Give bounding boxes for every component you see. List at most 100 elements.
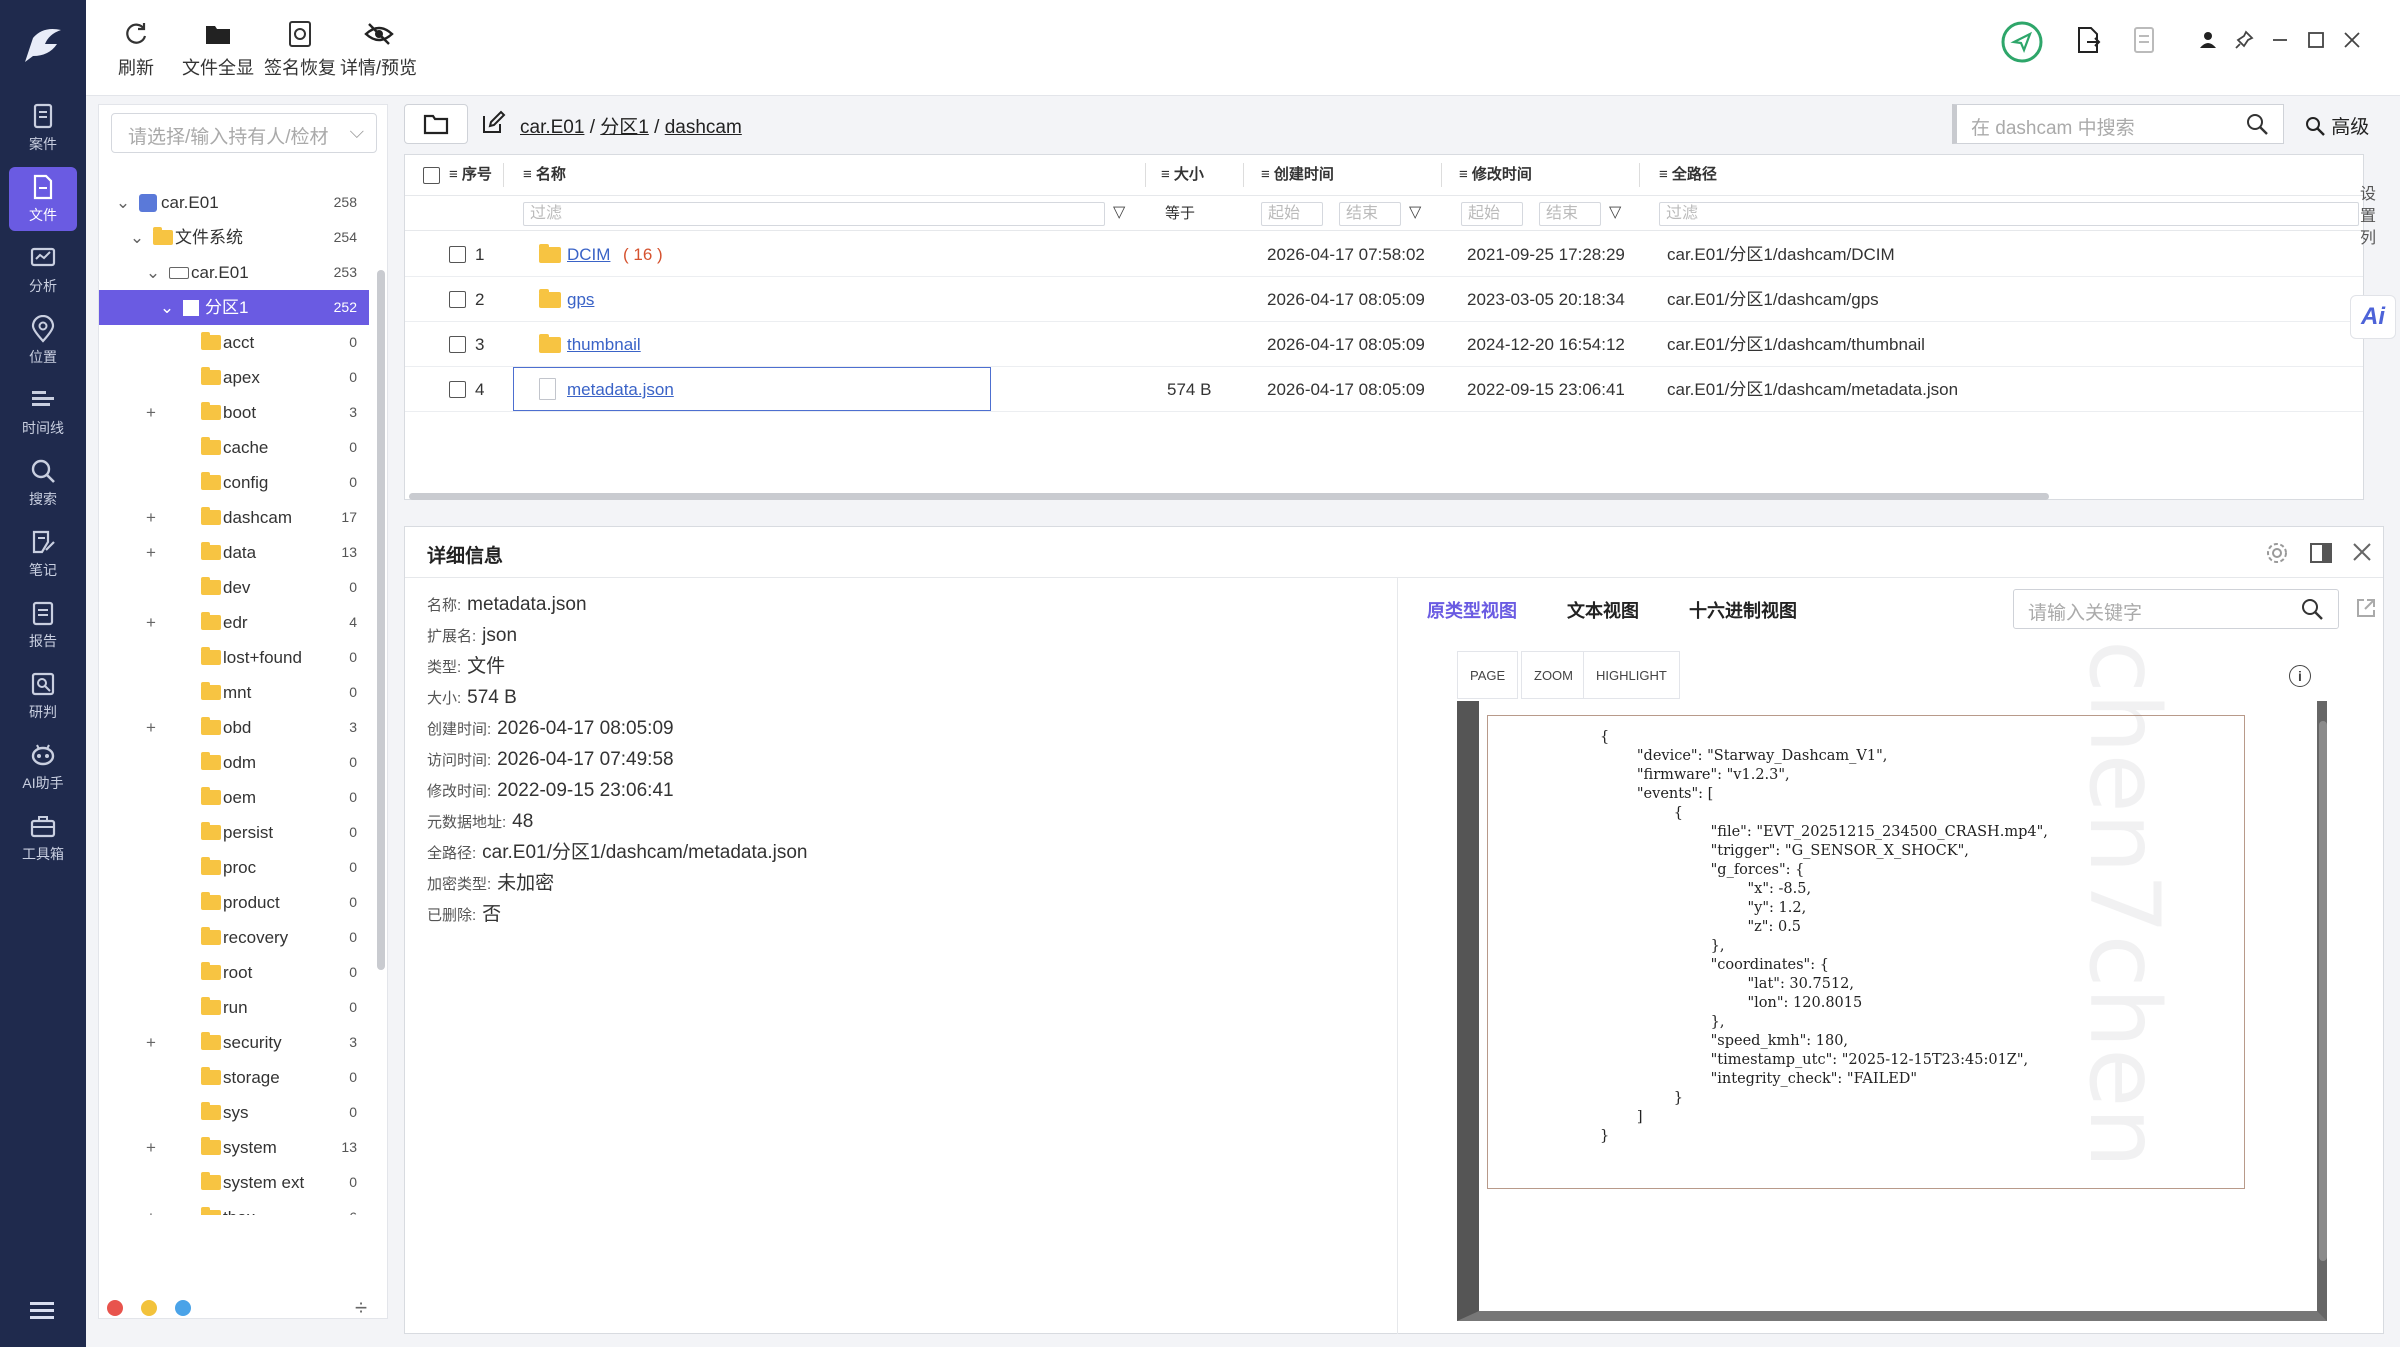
collapse-icon[interactable]: ⌄ xyxy=(159,290,175,325)
close-panel-icon[interactable] xyxy=(2351,541,2373,568)
breadcrumb-item[interactable]: dashcam xyxy=(665,117,742,138)
created-start-input[interactable]: 起始 xyxy=(1261,202,1323,226)
created-end-input[interactable]: 结束 xyxy=(1339,202,1401,226)
expand-icon[interactable]: + xyxy=(143,1130,159,1165)
nav-item-report[interactable]: 报告 xyxy=(9,593,77,657)
tree-node[interactable]: run 0 xyxy=(99,990,369,1025)
minimize-icon[interactable] xyxy=(2262,22,2298,58)
modified-end-input[interactable]: 结束 xyxy=(1539,202,1601,226)
owner-select[interactable]: 请选择/输入持有人/检材 ⌵ xyxy=(111,113,377,153)
nav-item-note[interactable]: 笔记 xyxy=(9,522,77,586)
nav-item-judge[interactable]: 研判 xyxy=(9,664,77,728)
expand-icon[interactable]: + xyxy=(143,395,159,430)
tree-node[interactable]: cache 0 xyxy=(99,430,369,465)
status-dot[interactable] xyxy=(141,1300,157,1316)
nav-item-analysis[interactable]: 分析 xyxy=(9,238,77,302)
maximize-icon[interactable] xyxy=(2298,22,2334,58)
user-icon[interactable] xyxy=(2190,22,2226,58)
pin-icon[interactable] xyxy=(2226,22,2262,58)
column-header-index[interactable]: ≡ 序号 xyxy=(449,155,492,195)
tree-node[interactable]: dev 0 xyxy=(99,570,369,605)
row-checkbox[interactable] xyxy=(449,291,466,308)
row-name-link[interactable]: metadata.json xyxy=(567,367,674,412)
row-name-link[interactable]: thumbnail xyxy=(567,322,641,367)
nav-item-ai-assistant[interactable]: AI助手 xyxy=(9,735,77,799)
collapse-icon[interactable]: ⌄ xyxy=(115,185,131,220)
row-name-link[interactable]: DCIM xyxy=(567,232,610,277)
row-name-link[interactable]: gps xyxy=(567,277,594,322)
file-overview-button[interactable]: 文件全显 xyxy=(182,14,254,80)
page-button[interactable]: PAGE xyxy=(1457,651,1519,699)
row-checkbox[interactable] xyxy=(449,381,466,398)
expand-icon[interactable]: + xyxy=(143,1200,159,1215)
size-filter-op[interactable]: 等于 xyxy=(1165,196,1195,232)
table-row[interactable]: 2 gps 2026-04-17 08:05:09 2023-03-05 20:18:… xyxy=(405,277,2363,322)
tree-node[interactable]: ⌄ car.E01 258 xyxy=(99,185,369,220)
select-all-checkbox[interactable] xyxy=(423,167,440,184)
tree-node[interactable]: + dashcam 17 xyxy=(99,500,369,535)
expand-icon[interactable]: + xyxy=(143,1025,159,1060)
filter-icon[interactable]: ▽ xyxy=(1609,202,1621,222)
column-divider[interactable] xyxy=(1145,163,1146,187)
nav-item-toolbox[interactable]: 工具箱 xyxy=(9,806,77,870)
row-checkbox[interactable] xyxy=(449,336,466,353)
collapse-icon[interactable]: ⌄ xyxy=(129,220,145,255)
table-row[interactable]: 1 DCIM ( 16 ) 2026-04-17 07:58:02 2021-09-25… xyxy=(405,232,2363,277)
zoom-button[interactable]: ZOOM xyxy=(1521,651,1586,699)
split-view-icon[interactable] xyxy=(2309,541,2333,570)
collapse-all-icon[interactable]: ÷ xyxy=(355,1295,367,1321)
advanced-search-button[interactable]: 高级 xyxy=(2304,112,2369,139)
column-divider[interactable] xyxy=(1441,163,1442,187)
tab-hex-view[interactable]: 十六进制视图 xyxy=(1689,597,1797,623)
tree-node[interactable]: mnt 0 xyxy=(99,675,369,710)
tree-node[interactable]: system ext 0 xyxy=(99,1165,369,1200)
tree-node[interactable]: persist 0 xyxy=(99,815,369,850)
tree-node[interactable]: product 0 xyxy=(99,885,369,920)
info-icon[interactable]: i xyxy=(2289,665,2311,687)
expand-icon[interactable]: + xyxy=(143,535,159,570)
tree-node[interactable]: proc 0 xyxy=(99,850,369,885)
name-filter-input[interactable]: 过滤 xyxy=(523,202,1105,226)
tree-node[interactable]: + edr 4 xyxy=(99,605,369,640)
tree-node[interactable]: + security 3 xyxy=(99,1025,369,1060)
tree-node[interactable]: apex 0 xyxy=(99,360,369,395)
tree-node[interactable]: + system 13 xyxy=(99,1130,369,1165)
viewer-scrollbar[interactable] xyxy=(2319,721,2327,1261)
tree-node[interactable]: + boot 3 xyxy=(99,395,369,430)
close-icon[interactable] xyxy=(2334,22,2370,58)
breadcrumb-item[interactable]: car.E01 xyxy=(520,117,584,138)
nav-item-file[interactable]: 文件 xyxy=(9,167,77,231)
signature-recover-button[interactable]: 签名恢复 xyxy=(264,14,336,80)
expand-icon[interactable]: + xyxy=(143,500,159,535)
table-horizontal-scrollbar[interactable] xyxy=(409,493,2049,500)
expand-icon[interactable]: + xyxy=(143,710,159,745)
column-header-size[interactable]: ≡ 大小 xyxy=(1161,155,1204,195)
tree-node[interactable]: + tbox 6 xyxy=(99,1200,369,1215)
nav-item-location[interactable]: 位置 xyxy=(9,309,77,373)
keyword-search-input[interactable]: 请输入关键字 xyxy=(2013,589,2339,629)
tree-node[interactable]: acct 0 xyxy=(99,325,369,360)
breadcrumb-item[interactable]: 分区1 xyxy=(600,117,649,138)
menu-icon[interactable] xyxy=(28,1300,58,1325)
tree-node[interactable]: + data 13 xyxy=(99,535,369,570)
tree-node[interactable]: root 0 xyxy=(99,955,369,990)
tree-node[interactable]: ⌄ 文件系统 254 xyxy=(99,220,369,255)
tab-native-view[interactable]: 原类型视图 xyxy=(1427,597,1517,623)
settings-column-button[interactable]: 设置列 xyxy=(2360,184,2382,250)
open-external-icon[interactable] xyxy=(2355,597,2377,624)
table-row[interactable]: 3 thumbnail 2026-04-17 08:05:09 2024-12-20 … xyxy=(405,322,2363,367)
path-filter-input[interactable]: 过滤 xyxy=(1659,202,2359,226)
search-icon[interactable] xyxy=(2245,112,2269,142)
export-icon[interactable] xyxy=(2070,22,2106,58)
filter-icon[interactable]: ▽ xyxy=(1113,202,1125,222)
tree-node[interactable]: lost+found 0 xyxy=(99,640,369,675)
column-header-fullpath[interactable]: ≡ 全路径 xyxy=(1659,155,1717,195)
gear-icon[interactable] xyxy=(2265,541,2289,570)
nav-item-search[interactable]: 搜索 xyxy=(9,451,77,515)
status-dot[interactable] xyxy=(107,1300,123,1316)
refresh-button[interactable]: 刷新 xyxy=(116,14,156,80)
folder-view-button[interactable] xyxy=(404,104,468,144)
filter-icon[interactable]: ▽ xyxy=(1409,202,1421,222)
tree-node[interactable]: config 0 xyxy=(99,465,369,500)
tree-node[interactable]: ⌄ 分区1 252 xyxy=(99,290,369,325)
